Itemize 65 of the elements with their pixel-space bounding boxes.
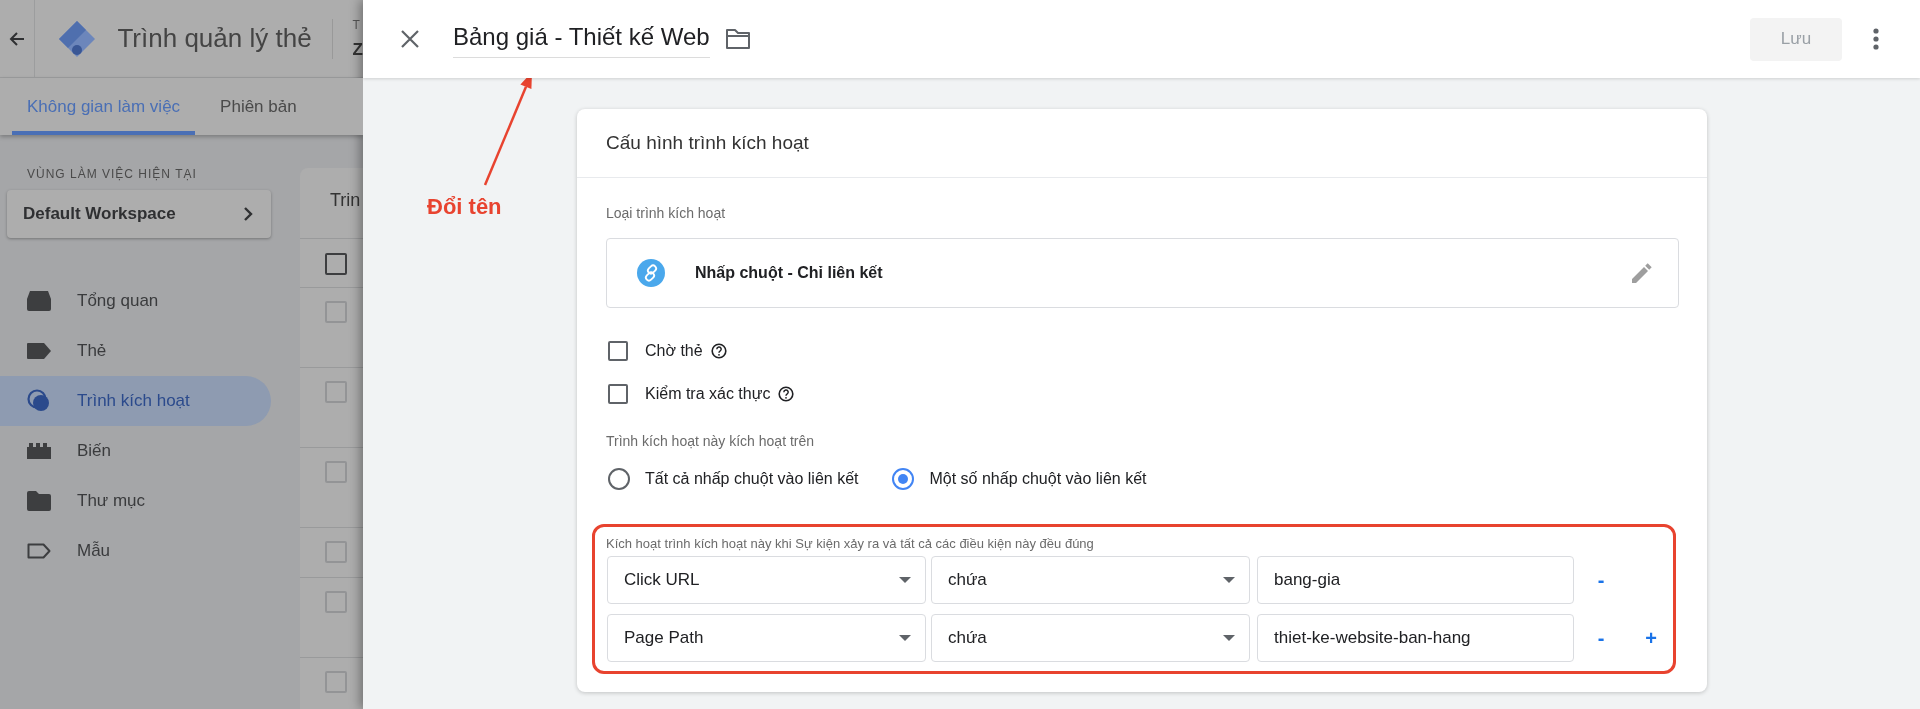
checkbox[interactable] — [325, 541, 347, 563]
close-icon[interactable] — [400, 29, 420, 49]
help-icon[interactable] — [710, 343, 727, 359]
radio-button[interactable] — [608, 468, 630, 490]
title-field[interactable]: Bảng giá - Thiết kế Web — [453, 20, 710, 58]
help-icon[interactable] — [778, 386, 795, 402]
nav-tab[interactable]: Phiên bản — [205, 78, 312, 135]
caret-down-icon — [899, 577, 911, 583]
operator-dropdown[interactable]: chứa — [931, 556, 1250, 604]
more-menu-icon[interactable] — [1873, 28, 1879, 50]
pencil-icon[interactable] — [1632, 263, 1652, 283]
checkbox[interactable] — [325, 253, 347, 275]
section-heading: VÙNG LÀM VIỆC HIỆN TẠI — [27, 167, 198, 182]
tag-outline-icon — [27, 543, 51, 559]
sidebar-item[interactable]: Trình kích hoạt — [0, 376, 271, 426]
checkbox[interactable] — [325, 461, 347, 483]
sidebar-item[interactable]: Mẫu — [0, 526, 271, 576]
sidebar-item[interactable]: Thư mục — [0, 476, 271, 526]
checkbox[interactable] — [608, 341, 628, 361]
sidebar-item[interactable]: Biến — [0, 426, 271, 476]
workspace-button[interactable]: Default Workspace — [7, 190, 271, 238]
add-button[interactable]: + — [1641, 626, 1661, 650]
field-label: Loại trình kích hoạt — [606, 205, 727, 221]
remove-button[interactable]: - — [1591, 568, 1611, 592]
app-title: Trình quản lý thẻ — [117, 23, 312, 54]
value-field[interactable]: bang-gia — [1257, 556, 1574, 604]
link-icon — [637, 259, 665, 287]
variable-dropdown[interactable]: Click URL — [607, 556, 926, 604]
diamond-logo-icon — [57, 18, 98, 59]
folder-icon[interactable] — [724, 28, 751, 50]
annotation-label: Đổi tên — [427, 194, 502, 220]
operator-dropdown[interactable]: chứa — [931, 614, 1250, 662]
checkbox[interactable] — [325, 381, 347, 403]
tray-icon — [27, 291, 51, 311]
radio-label: Tất cả nhấp chuột vào liên kết — [645, 470, 859, 488]
radio-button[interactable] — [892, 468, 915, 490]
checkbox[interactable] — [608, 384, 628, 404]
checkbox-label: Kiểm tra xác thực — [645, 385, 771, 403]
table-title: Trin — [330, 190, 361, 211]
caret-down-icon — [899, 635, 911, 641]
checkbox[interactable] — [325, 301, 347, 323]
field-label: Kích hoạt trình kích hoạt này khi Sự kiện xảy ra và tất cả các điều kiện này đều đúng — [606, 536, 1095, 552]
checkbox[interactable] — [325, 671, 347, 693]
chevron-right-icon — [243, 206, 253, 222]
folder-icon — [27, 491, 51, 511]
trigger-type-name: Nhấp chuột - Chỉ liên kết — [695, 264, 884, 282]
tag-icon — [27, 343, 51, 359]
checkbox-label: Chờ thẻ — [645, 342, 703, 360]
sidebar-item[interactable]: Thẻ — [0, 326, 271, 376]
remove-button[interactable]: - — [1591, 626, 1611, 650]
caret-down-icon — [1223, 577, 1235, 583]
field-label: Trình kích hoạt này kích hoạt trên — [606, 433, 816, 449]
account-label: T — [352, 17, 361, 32]
checkbox[interactable] — [325, 591, 347, 613]
brick-icon — [27, 443, 51, 459]
sidebar-item[interactable]: Tổng quan — [0, 276, 271, 326]
card-title: Cấu hình trình kích hoạt — [577, 109, 1707, 178]
value-field[interactable]: thiet-ke-website-ban-hang — [1257, 614, 1574, 662]
circles-icon — [27, 389, 51, 413]
trigger-type-card[interactable]: Nhấp chuột - Chỉ liên kết — [606, 238, 1679, 308]
variable-dropdown[interactable]: Page Path — [607, 614, 926, 662]
radio-label: Một số nhấp chuột vào liên kết — [929, 470, 1147, 488]
back-arrow-icon[interactable] — [9, 30, 26, 47]
caret-down-icon — [1223, 635, 1235, 641]
account-name: Z — [352, 39, 363, 60]
